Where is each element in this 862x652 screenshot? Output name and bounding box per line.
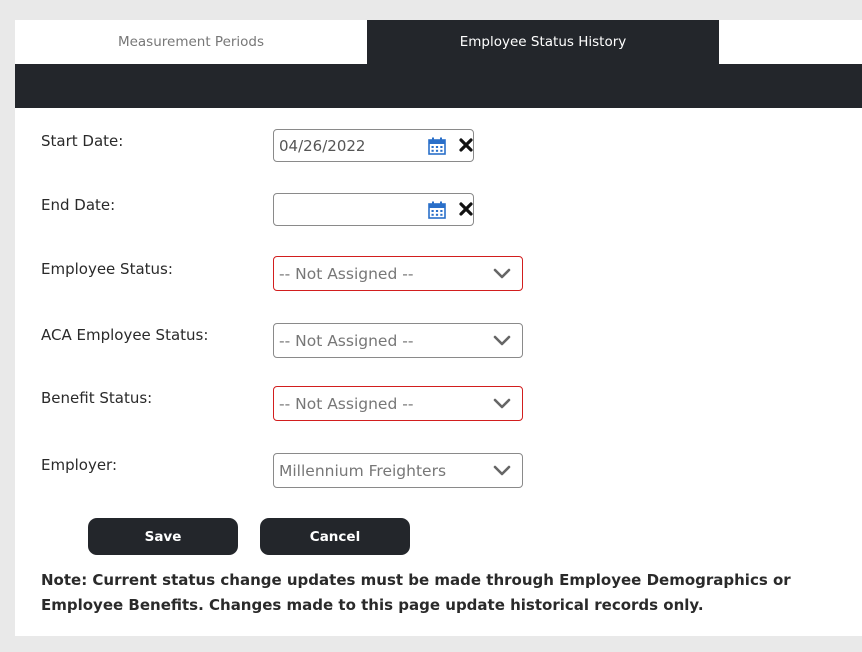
tab-bar: Measurement Periods Employee Status Hist…: [15, 20, 862, 64]
start-date-label: Start Date:: [41, 132, 124, 150]
cancel-button[interactable]: Cancel: [260, 518, 410, 555]
chevron-down-icon: [493, 465, 511, 476]
benefit-status-label: Benefit Status:: [41, 389, 153, 407]
employee-status-select[interactable]: -- Not Assigned --: [273, 256, 523, 291]
employer-select[interactable]: Millennium Freighters: [273, 453, 523, 488]
employee-status-label: Employee Status:: [41, 260, 173, 278]
chevron-down-icon: [493, 398, 511, 409]
employer-label: Employer:: [41, 456, 118, 474]
clear-icon[interactable]: [459, 201, 473, 217]
calendar-icon[interactable]: [428, 137, 446, 155]
end-date-field[interactable]: [273, 193, 474, 226]
aca-employee-status-select[interactable]: -- Not Assigned --: [273, 323, 523, 358]
benefit-status-value: -- Not Assigned --: [279, 395, 414, 413]
aca-employee-status-label: ACA Employee Status:: [41, 326, 209, 344]
employer-value: Millennium Freighters: [279, 462, 447, 480]
employee-status-value: -- Not Assigned --: [279, 265, 414, 283]
chevron-down-icon: [493, 268, 511, 279]
tab-employee-status-history[interactable]: Employee Status History: [367, 20, 719, 64]
tab-measurement-periods[interactable]: Measurement Periods: [15, 20, 367, 64]
calendar-icon[interactable]: [428, 201, 446, 219]
end-date-label: End Date:: [41, 196, 116, 214]
note-text: Note: Current status change updates must…: [41, 571, 791, 614]
start-date-value: 04/26/2022: [279, 137, 366, 155]
save-button[interactable]: Save: [88, 518, 238, 555]
aca-employee-status-value: -- Not Assigned --: [279, 332, 414, 350]
clear-icon[interactable]: [459, 137, 473, 153]
employee-status-panel: Measurement Periods Employee Status Hist…: [15, 20, 862, 636]
chevron-down-icon: [493, 335, 511, 346]
start-date-field[interactable]: 04/26/2022: [273, 129, 474, 162]
header-bar: [15, 64, 862, 108]
benefit-status-select[interactable]: -- Not Assigned --: [273, 386, 523, 421]
